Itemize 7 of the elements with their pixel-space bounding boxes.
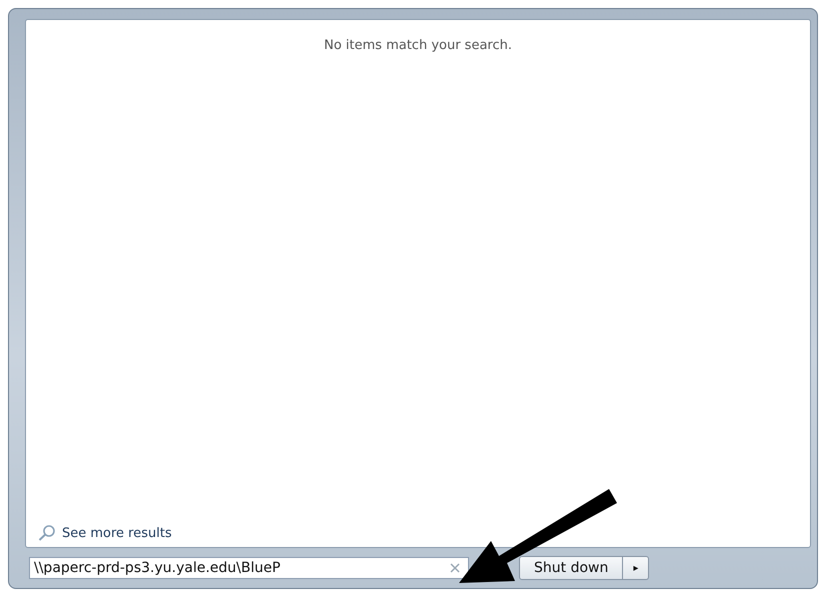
search-field[interactable]: \\paperc-prd-ps3.yu.yale.edu\BlueP [29, 557, 469, 579]
no-results-message: No items match your search. [324, 38, 512, 53]
see-more-results-link[interactable]: See more results [38, 525, 172, 541]
shut-down-button[interactable]: Shut down [519, 556, 624, 580]
clear-icon[interactable] [450, 563, 460, 573]
shut-down-options-button[interactable]: ▸ [623, 556, 650, 580]
search-icon [38, 525, 56, 541]
